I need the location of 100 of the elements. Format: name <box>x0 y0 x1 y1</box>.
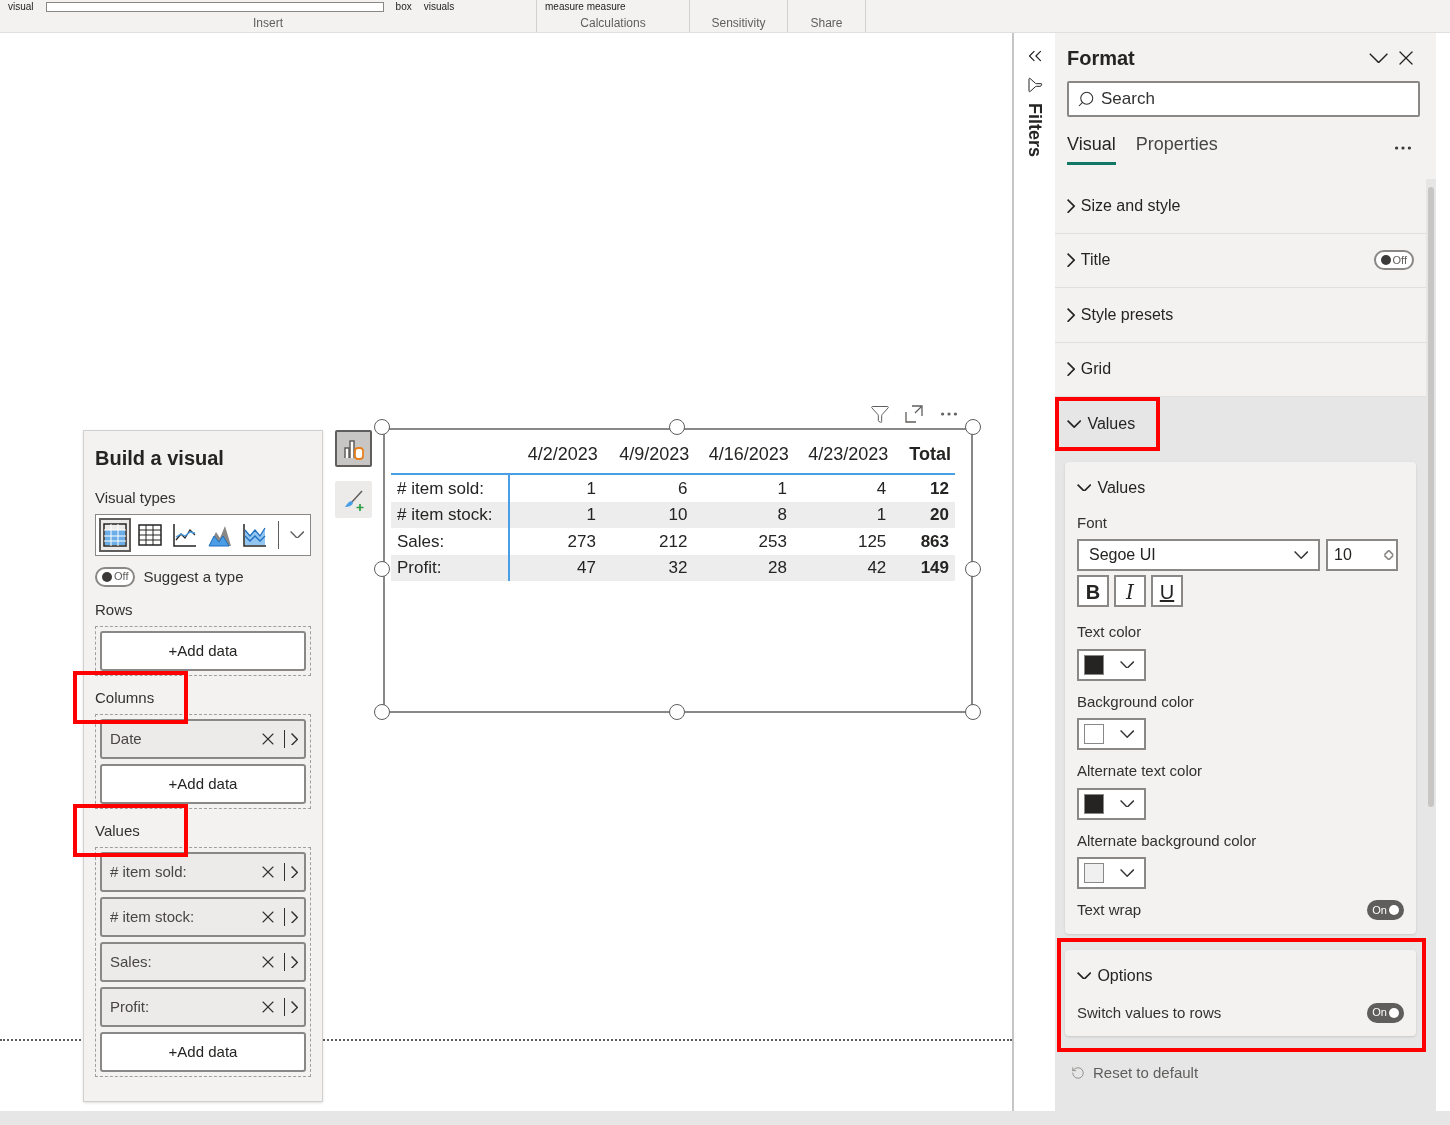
row-header: Profit: <box>391 554 511 581</box>
dropdown-icon <box>1120 660 1135 669</box>
field-label: Alternate background color <box>1077 830 1258 851</box>
section-label: Style presets <box>1080 304 1175 325</box>
ribbon-input-field[interactable] <box>45 2 384 12</box>
font-dropdown[interactable]: Segoe UI <box>1077 539 1320 571</box>
add-data-button[interactable]: +Add data <box>100 764 306 804</box>
chevron-down-icon[interactable] <box>1077 483 1092 492</box>
field-pill[interactable]: Profit: <box>100 987 306 1027</box>
section-header[interactable]: Title Off <box>1055 233 1426 288</box>
field-pill[interactable]: # item sold: <box>100 852 306 892</box>
ribbon-button-label[interactable]: visuals <box>423 2 455 12</box>
field-name: Profit: <box>110 996 151 1017</box>
dropdown-icon <box>1120 730 1135 738</box>
scrollbar-thumb[interactable] <box>1428 187 1434 807</box>
table-cell-text: 32 <box>667 557 689 579</box>
dropdown-icon <box>1120 869 1135 877</box>
visual-type-button[interactable] <box>99 517 131 552</box>
collapse-icon[interactable] <box>1368 52 1388 64</box>
font-size-spinner[interactable]: 10 <box>1326 539 1398 571</box>
search-field[interactable]: Search <box>1067 81 1420 117</box>
tab[interactable]: Properties <box>1135 131 1218 165</box>
text-style-button[interactable]: U <box>1151 575 1183 607</box>
column-header: 4/16/2023 <box>707 443 790 466</box>
section-header[interactable]: Values <box>1055 397 1426 452</box>
field-pill[interactable]: Date <box>100 719 306 759</box>
resize-handle[interactable] <box>965 419 981 435</box>
resize-handle[interactable] <box>669 704 685 720</box>
field-label: Switch values to rows <box>1077 1002 1222 1023</box>
chevron-right-icon[interactable] <box>291 910 298 924</box>
well-label: Columns <box>95 689 155 706</box>
ribbon-button-label[interactable]: measure measure <box>545 2 626 12</box>
search-input[interactable]: Search <box>1101 86 1410 112</box>
focus-mode-icon[interactable] <box>904 404 924 424</box>
resize-handle[interactable] <box>374 561 390 577</box>
ribbon-group-label: Share <box>809 17 844 32</box>
add-data-button[interactable]: +Add data <box>100 1032 306 1072</box>
table-icon <box>137 521 163 548</box>
card-title: Options <box>1097 965 1153 986</box>
table-cell-text: 212 <box>658 530 689 553</box>
resize-handle[interactable] <box>374 704 390 720</box>
text-style-button[interactable]: I <box>1114 575 1146 607</box>
ribbon-button-label[interactable]: box <box>395 2 412 12</box>
table-cell-text: 1 <box>776 477 788 500</box>
stacked-area-chart-icon <box>242 521 268 548</box>
color-picker[interactable] <box>1077 857 1146 889</box>
toggle-switch[interactable]: On <box>1367 900 1404 921</box>
resize-handle[interactable] <box>374 419 390 435</box>
text-style-button[interactable]: B <box>1077 575 1109 607</box>
expand-icon[interactable] <box>290 530 305 539</box>
table-cell-text: 1 <box>875 504 888 526</box>
well-label: Rows <box>95 601 133 618</box>
filters-label[interactable]: Filters <box>1021 103 1048 158</box>
field-pill[interactable]: Sales: <box>100 942 306 982</box>
field-name: # item stock: <box>110 906 196 927</box>
toggle-switch[interactable]: Off <box>1373 250 1414 271</box>
well-label: Values <box>95 822 140 839</box>
add-data-button[interactable]: +Add data <box>100 631 306 671</box>
chevron-right-icon[interactable] <box>291 865 298 879</box>
field-pill[interactable]: # item stock: <box>100 897 306 937</box>
color-picker[interactable] <box>1077 787 1146 820</box>
matrix-visual[interactable]: 4/2/2023 4/9/2023 4/16/2023 4/23/2023 Total # item sold: 1 6 1 4 12 # item stock: 1 10 8 1 20 Sales: 273 212 253 125 863 Profit: 47 32 28 42 149 <box>383 428 973 713</box>
resize-handle[interactable] <box>669 419 685 435</box>
column-header: Total <box>908 443 952 466</box>
field-label: Text color <box>1077 622 1143 642</box>
chevron-right-icon[interactable] <box>291 1000 298 1014</box>
search-icon <box>1077 90 1095 108</box>
total-cell-text: 863 <box>919 530 950 553</box>
column-header: 4/9/2023 <box>618 443 691 466</box>
chevron-right-icon[interactable] <box>291 732 298 746</box>
filter-icon[interactable] <box>870 404 890 424</box>
filter-icon <box>1026 77 1043 93</box>
table-cell-text: 253 <box>757 530 788 553</box>
resize-handle[interactable] <box>965 704 981 720</box>
ribbon-button-label[interactable]: visual <box>8 2 34 12</box>
reset-link[interactable]: Reset to default <box>1093 1062 1199 1085</box>
resize-handle[interactable] <box>965 561 981 577</box>
color-picker[interactable] <box>1077 718 1146 750</box>
toggle-switch[interactable]: On <box>1367 1002 1404 1023</box>
pane-title: Format <box>1067 46 1136 71</box>
table-cell-text: 125 <box>856 530 888 553</box>
dropdown-icon <box>1120 799 1135 808</box>
chevron-right-icon[interactable] <box>291 955 298 969</box>
toggle-switch[interactable]: Off <box>95 566 136 587</box>
table-cell-text: 1 <box>585 477 597 500</box>
chevron-down-icon[interactable] <box>1077 971 1092 980</box>
build-visual-button[interactable] <box>335 430 372 467</box>
table-cell-text: 8 <box>776 504 788 526</box>
ribbon-group-label: Insert <box>252 17 284 32</box>
increment-icon[interactable] <box>1384 549 1394 555</box>
color-picker[interactable] <box>1077 648 1146 681</box>
table-cell-text: 1 <box>585 504 597 526</box>
table-cell-text: 28 <box>766 557 788 579</box>
field-label: Alternate text color <box>1077 761 1204 781</box>
format-visual-button[interactable] <box>335 481 372 518</box>
decrement-icon[interactable] <box>1384 555 1394 561</box>
table-cell-text: 6 <box>676 477 689 500</box>
total-cell-text: 20 <box>929 504 950 526</box>
tab[interactable]: Visual <box>1067 131 1116 165</box>
table-cell-text: 10 <box>667 504 689 526</box>
